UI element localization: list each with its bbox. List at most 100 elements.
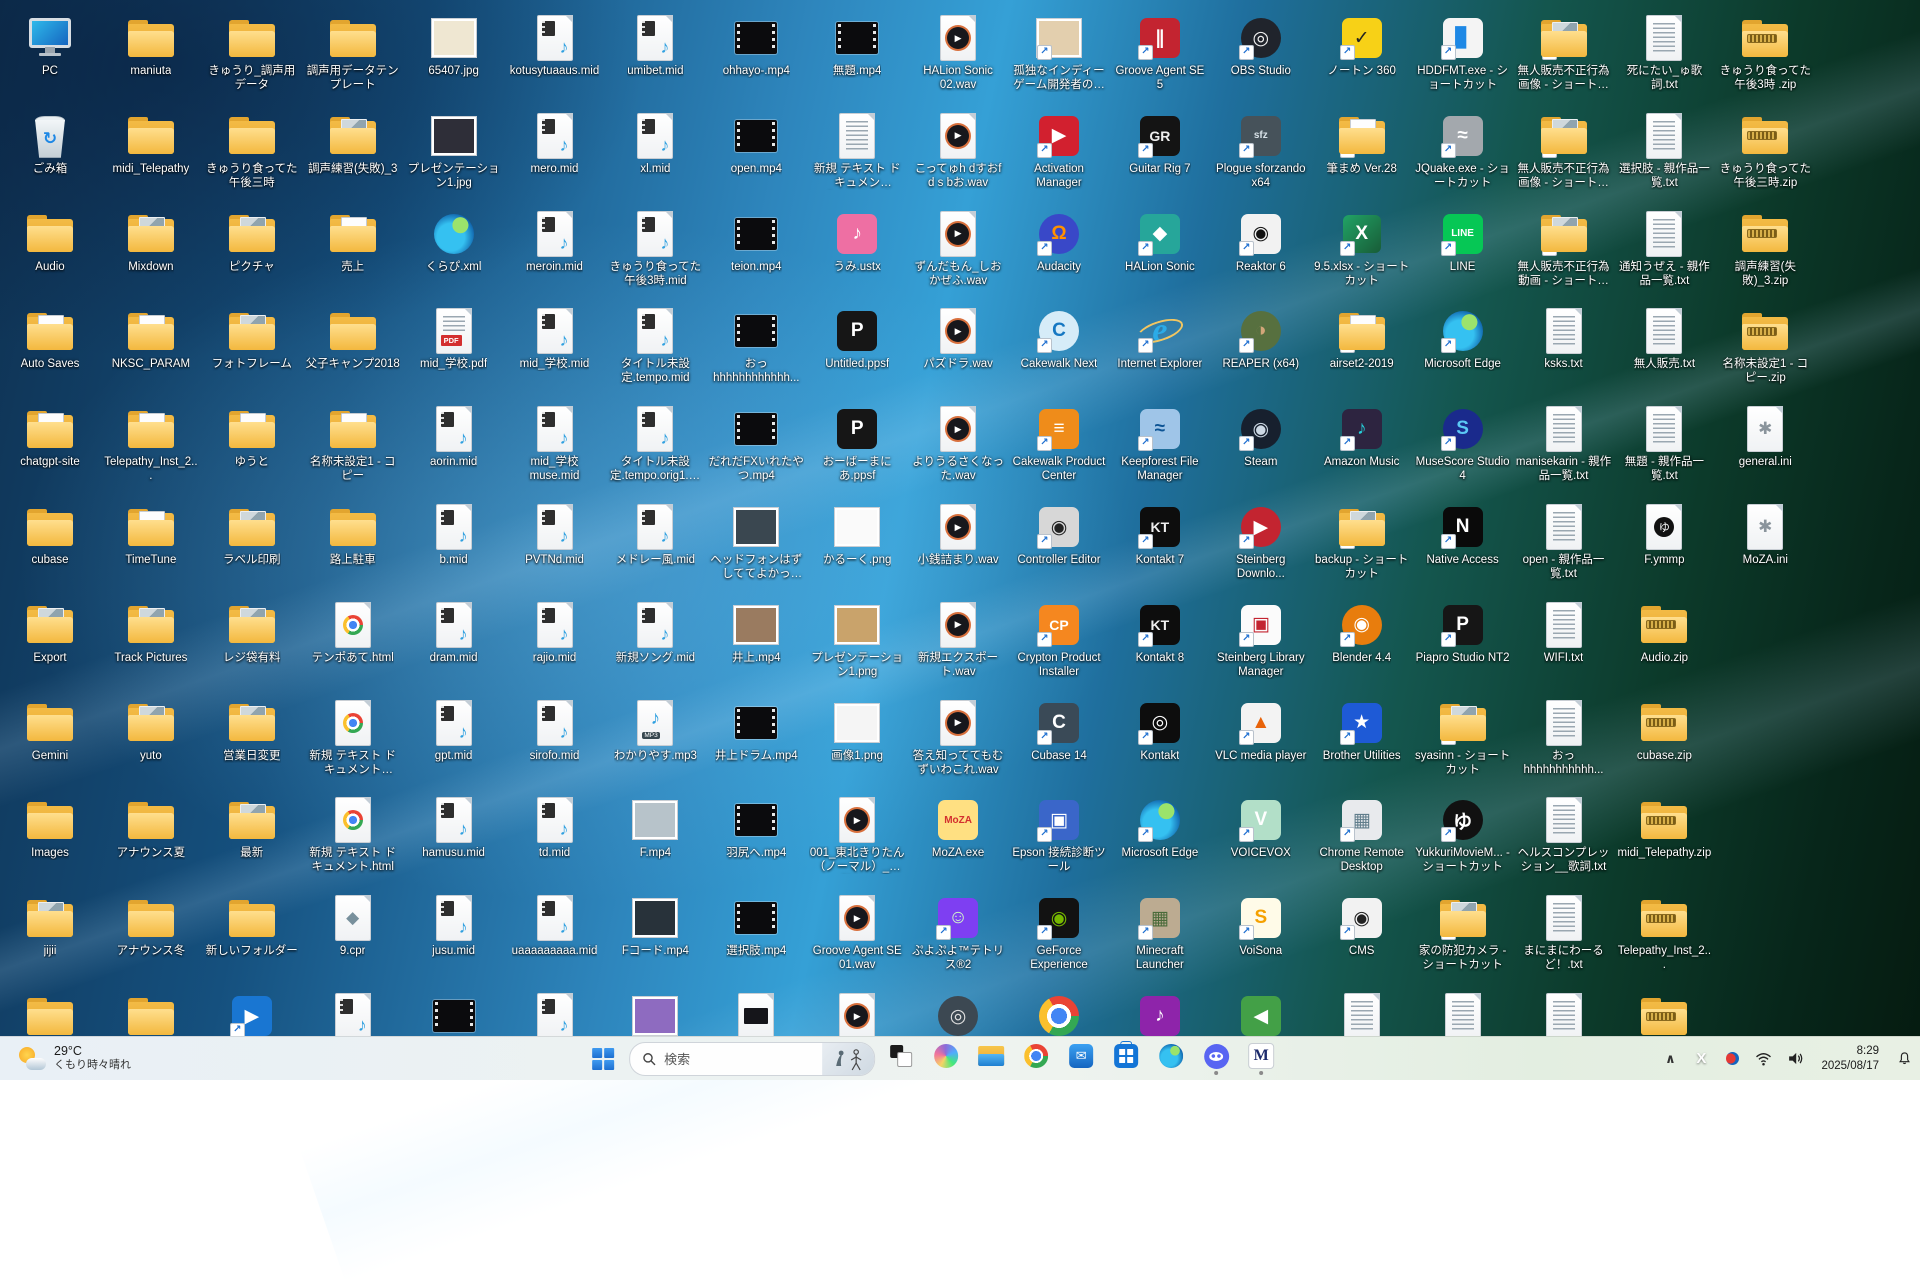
desktop-icon[interactable]: midi_Telepathy.zip (1616, 796, 1712, 860)
desktop-icon[interactable]: ▲↗VLC media player (1213, 699, 1309, 763)
desktop-icon[interactable]: ▦↗Chrome Remote Desktop (1314, 796, 1410, 874)
desktop-icon[interactable]: ∥↗Groove Agent SE 5 (1112, 14, 1208, 92)
desktop-icon[interactable]: Audio.zip (1616, 601, 1712, 665)
desktop-icon[interactable]: Telepathy_Inst_2... (103, 405, 199, 483)
desktop-icon[interactable]: ♪きゅうり食ってた午後3時.mid (607, 210, 703, 288)
desktop-icon[interactable]: sfz↗Plogue sforzando x64 (1213, 112, 1309, 190)
desktop-icon[interactable]: まにまにわーるど！.txt (1516, 894, 1612, 972)
desktop-icon[interactable] (1011, 992, 1107, 1042)
desktop-icon[interactable] (607, 992, 703, 1042)
desktop-icon[interactable]: ↗Microsoft Edge (1415, 307, 1511, 371)
desktop-icon[interactable]: テンポあて.html (305, 601, 401, 665)
desktop-icon[interactable]: ♪↗Amazon Music (1314, 405, 1410, 469)
desktop-icon[interactable]: ▶001_東北きりたん（ノーマル）_今じゃ... (809, 796, 905, 874)
desktop-icon[interactable]: きゅうり食ってた午後三時.zip (1717, 112, 1813, 190)
desktop-icon[interactable]: ↗backup - ショートカット (1314, 503, 1410, 581)
taskbar-app-edge[interactable] (1152, 1040, 1190, 1078)
taskbar-app-musescore[interactable]: M (1242, 1040, 1280, 1078)
desktop-icon[interactable]: ♪b.mid (406, 503, 502, 567)
wifi-icon[interactable] (1753, 1044, 1774, 1074)
desktop-icon[interactable]: ♪meroin.mid (507, 210, 603, 274)
desktop-icon[interactable]: maniuta (103, 14, 199, 78)
desktop-icon[interactable]: midi_Telepathy (103, 112, 199, 176)
desktop-icon[interactable]: S↗MuseScore Studio 4 (1415, 405, 1511, 483)
tray-color-dot-icon[interactable] (1722, 1044, 1742, 1074)
desktop-icon[interactable]: ✱MoZA.ini (1717, 503, 1813, 567)
desktop-icon[interactable]: ヘルスコンプレッション__歌詞.txt (1516, 796, 1612, 874)
desktop-icon[interactable]: ↗家の防犯カメラ - ショートカット (1415, 894, 1511, 972)
desktop-icon[interactable]: レジ袋有料 (204, 601, 300, 665)
desktop-icon[interactable]: ◀ (1213, 992, 1309, 1042)
desktop-icon[interactable]: TimeTune (103, 503, 199, 567)
desktop-icon[interactable]: PC (2, 14, 98, 78)
desktop-icon[interactable]: ☺↗ぷよぷよ™テトリス®2 (910, 894, 1006, 972)
desktop-icon[interactable]: 新規 テキスト ドキュメント.html (305, 796, 401, 874)
x-app-icon[interactable]: X (1691, 1044, 1711, 1074)
desktop-icon[interactable]: yuto (103, 699, 199, 763)
desktop-icon[interactable]: ▶↗Steinberg Downlo... (1213, 503, 1309, 581)
desktop-icon[interactable]: ✱general.ini (1717, 405, 1813, 469)
desktop-icon[interactable]: ♪mid_学校 muse.mid (507, 405, 603, 483)
desktop-icon[interactable]: 死にたい_ゅ歌詞.txt (1616, 14, 1712, 92)
desktop-icon[interactable] (103, 992, 199, 1042)
desktop-icon[interactable]: ♪MP3わかりやす.mp3 (607, 699, 703, 763)
desktop-icon[interactable]: ピクチャ (204, 210, 300, 274)
desktop-icon[interactable]: open.mp4 (708, 112, 804, 176)
desktop-icon[interactable] (1616, 992, 1712, 1042)
desktop-icon[interactable]: ♪gpt.mid (406, 699, 502, 763)
desktop-icon[interactable]: ▶よりうるさくなった.wav (910, 405, 1006, 483)
desktop-icon[interactable] (708, 992, 804, 1042)
start-button[interactable] (584, 1040, 622, 1078)
desktop-icon[interactable]: ↗airset2-2019 (1314, 307, 1410, 371)
desktop-icon[interactable]: ◉↗Controller Editor (1011, 503, 1107, 567)
desktop-icon[interactable]: ♪ (1112, 992, 1208, 1042)
taskbar-clock[interactable]: 8:29 2025/08/17 (1817, 1044, 1883, 1074)
desktop-icon[interactable]: 65407.jpg (406, 14, 502, 78)
desktop-icon[interactable]: C↗Cubase 14 (1011, 699, 1107, 763)
desktop-icon[interactable]: ♪タイトル未設定.tempo.orig1.mid (607, 405, 703, 483)
taskbar-app-microsoft-store[interactable] (1107, 1040, 1145, 1078)
desktop-icon[interactable]: Images (2, 796, 98, 860)
desktop-icon[interactable]: 選択肢.mp4 (708, 894, 804, 958)
desktop-icon[interactable]: ♪td.mid (507, 796, 603, 860)
desktop-icon[interactable]: ♪dram.mid (406, 601, 502, 665)
desktop-icon[interactable]: ▶答え知っててもむずいわこれ.wav (910, 699, 1006, 777)
desktop-icon[interactable]: PUntitled.ppsf (809, 307, 905, 371)
desktop-icon[interactable]: フォトフレーム (204, 307, 300, 371)
weather-widget[interactable]: 29°C くもり時々晴れ (10, 1037, 139, 1080)
desktop-icon[interactable]: ◉↗Reaktor 6 (1213, 210, 1309, 274)
desktop-icon[interactable]: ♪umibet.mid (607, 14, 703, 78)
desktop-icon[interactable]: PDFmid_学校.pdf (406, 307, 502, 371)
desktop-icon[interactable]: ◎↗Kontakt (1112, 699, 1208, 763)
desktop-icon[interactable]: 父子キャンプ2018 (305, 307, 401, 371)
desktop-icon[interactable]: cubase.zip (1616, 699, 1712, 763)
notification-bell-icon[interactable] (1894, 1044, 1914, 1074)
desktop-icon[interactable]: ◆↗HALion Sonic (1112, 210, 1208, 274)
desktop-icon[interactable]: N↗Native Access (1415, 503, 1511, 567)
desktop-icon[interactable]: おっhhhhhhhhhhhh... (708, 307, 804, 385)
desktop-icon[interactable]: ↗無人販売不正行為 画像 - ショートカッ... (1516, 14, 1612, 92)
desktop-icon[interactable]: MoZAMoZA.exe (910, 796, 1006, 860)
desktop-icon[interactable] (1415, 992, 1511, 1042)
desktop-icon[interactable]: 路上駐車 (305, 503, 401, 567)
desktop-icon[interactable]: きゅうり_調声用データ (204, 14, 300, 92)
desktop-icon[interactable]: 新しいフォルダー (204, 894, 300, 958)
taskbar-app-file-explorer[interactable] (972, 1040, 1010, 1078)
desktop-icon[interactable] (1516, 992, 1612, 1042)
desktop-icon[interactable]: ▶小銭詰まり.wav (910, 503, 1006, 567)
desktop-icon[interactable]: ▶こってゅh dすおf d s bお.wav (910, 112, 1006, 190)
desktop-icon[interactable]: 新規 テキスト ドキュメント.musicxml (809, 112, 905, 190)
desktop-icon[interactable] (2, 992, 98, 1042)
desktop-icon[interactable]: ♪ (305, 992, 401, 1042)
desktop-icon[interactable]: ▶↗ (204, 992, 300, 1042)
desktop-icon[interactable]: ♪kotusytuaaus.mid (507, 14, 603, 78)
taskbar-app-contrast-squares[interactable] (882, 1040, 920, 1078)
desktop-icon[interactable]: ▊↗HDDFMT.exe - ショートカット (1415, 14, 1511, 92)
desktop-icon[interactable]: ♪タイトル未設定.tempo.mid (607, 307, 703, 385)
desktop-icon[interactable]: F.mp4 (607, 796, 703, 860)
desktop-icon[interactable]: Export (2, 601, 98, 665)
desktop-icon[interactable]: cubase (2, 503, 98, 567)
desktop-icon[interactable]: ♪uaaaaaaaaa.mid (507, 894, 603, 958)
desktop-icon[interactable]: Track Pictures (103, 601, 199, 665)
desktop-icon[interactable]: ↗Microsoft Edge (1112, 796, 1208, 860)
